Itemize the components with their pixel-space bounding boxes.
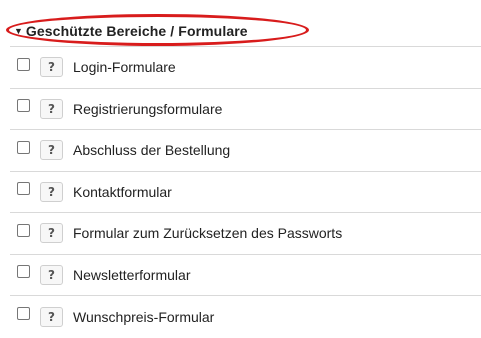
list-item: ? Login-Formulare <box>10 47 481 89</box>
item-checkbox[interactable] <box>17 99 30 113</box>
help-button[interactable]: ? <box>40 57 63 78</box>
item-label[interactable]: Abschluss der Bestellung <box>73 142 230 158</box>
list-item: ? Newsletterformular <box>10 255 481 296</box>
help-button[interactable]: ? <box>40 181 63 202</box>
item-label[interactable]: Newsletterformular <box>73 267 190 283</box>
question-mark-icon: ? <box>48 60 55 75</box>
item-checkbox[interactable] <box>17 223 30 237</box>
help-button[interactable]: ? <box>40 264 63 285</box>
help-button[interactable]: ? <box>40 223 63 244</box>
section-title: Geschützte Bereiche / Formulare <box>25 23 248 39</box>
item-label[interactable]: Wunschpreis-Formular <box>73 309 214 325</box>
help-button[interactable]: ? <box>40 98 63 119</box>
protected-areas-section: ▼ Geschützte Bereiche / Formulare ? Logi… <box>0 0 481 336</box>
question-mark-icon: ? <box>48 101 55 116</box>
item-checkbox[interactable] <box>17 265 30 279</box>
item-checkbox[interactable] <box>17 182 30 196</box>
question-mark-icon: ? <box>48 184 55 199</box>
help-button[interactable]: ? <box>40 306 63 327</box>
list-item: ? Wunschpreis-Formular <box>10 296 481 338</box>
item-label[interactable]: Registrierungsformulare <box>73 101 222 117</box>
question-mark-icon: ? <box>48 309 55 324</box>
item-label[interactable]: Kontaktformular <box>73 184 172 200</box>
form-type-list: ? Login-Formulare ? Registrierungsformul… <box>10 47 481 338</box>
list-item: ? Abschluss der Bestellung <box>10 130 481 172</box>
list-item: ? Formular zum Zurücksetzen des Passwort… <box>10 213 481 255</box>
caret-down-icon: ▼ <box>14 25 23 36</box>
question-mark-icon: ? <box>48 267 55 282</box>
list-item: ? Kontaktformular <box>10 172 481 213</box>
item-checkbox[interactable] <box>17 307 30 321</box>
list-item: ? Registrierungsformulare <box>10 89 481 130</box>
question-mark-icon: ? <box>48 226 55 241</box>
item-checkbox[interactable] <box>17 57 30 71</box>
question-mark-icon: ? <box>48 143 55 158</box>
item-checkbox[interactable] <box>17 140 30 154</box>
help-button[interactable]: ? <box>40 140 63 161</box>
section-header-toggle[interactable]: ▼ Geschützte Bereiche / Formulare <box>10 17 315 45</box>
item-label[interactable]: Login-Formulare <box>73 59 176 75</box>
item-label[interactable]: Formular zum Zurücksetzen des Passworts <box>73 225 342 241</box>
